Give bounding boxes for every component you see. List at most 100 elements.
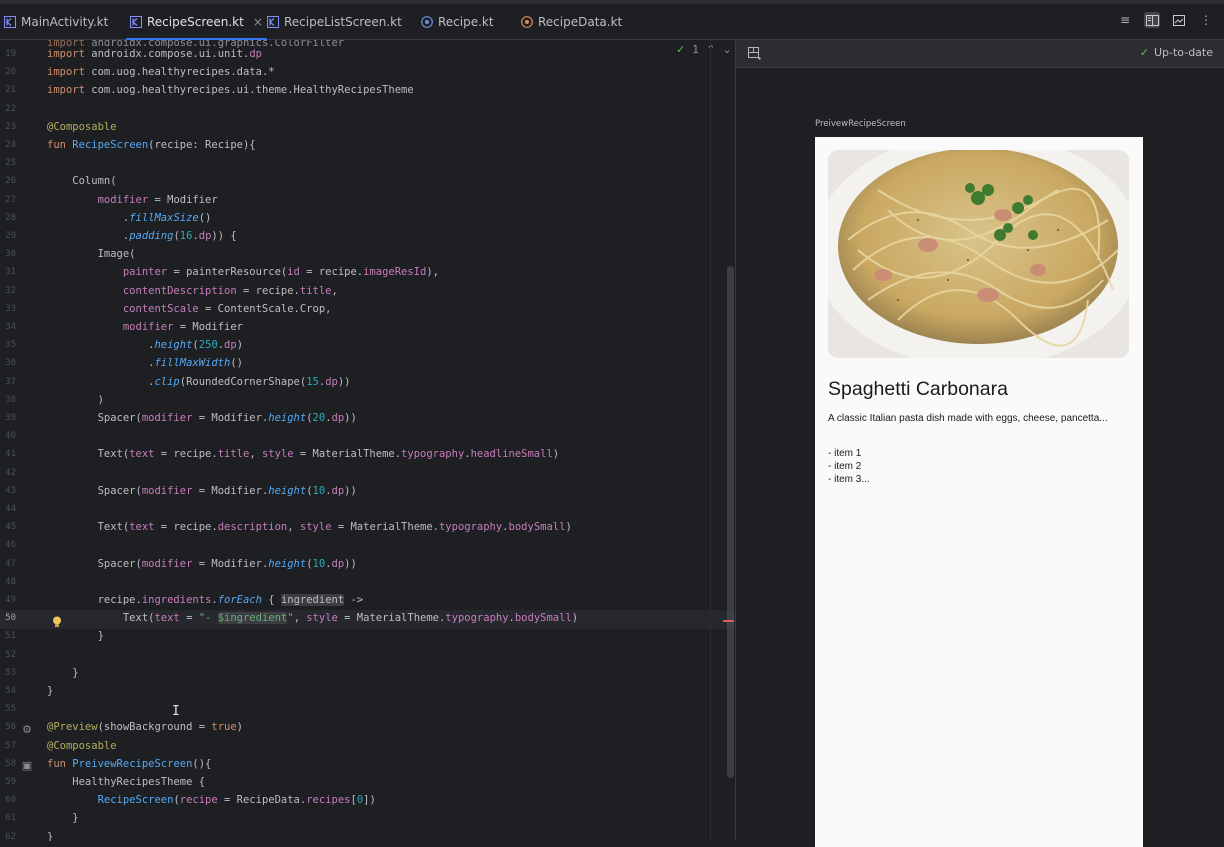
- tab-label: RecipeData.kt: [538, 14, 623, 29]
- view-mode-switcher: ≡ ⋮: [1117, 12, 1214, 28]
- preview-status-text: Up-to-date: [1153, 46, 1213, 59]
- error-stripe-marker[interactable]: [723, 620, 734, 622]
- code-line: contentDescription = recipe.title,: [122, 284, 338, 297]
- code-line: import com.uog.healthyrecipes.data.*: [47, 66, 275, 79]
- close-icon[interactable]: ×: [253, 15, 263, 29]
- line-number: 39: [5, 413, 16, 423]
- kotlin-object-icon: [521, 15, 533, 28]
- code-editor[interactable]: import androidx.compose.ui.graphics.Colo…: [0, 40, 735, 841]
- recipe-description: A classic Italian pasta dish made with e…: [828, 413, 1108, 424]
- line-number: 20: [5, 67, 16, 78]
- line-number: 22: [5, 103, 16, 114]
- preview-composable-name: PreivewRecipeScreen: [815, 119, 906, 129]
- code-line: Spacer(modifier = Modifier.height(20.dp)…: [47, 412, 357, 424]
- kotlin-file-icon: [4, 15, 16, 28]
- line-number: 41: [5, 449, 16, 460]
- line-number: 34: [5, 322, 16, 332]
- code-line: @Composable: [47, 739, 117, 752]
- tab-recipe[interactable]: Recipe.kt: [421, 4, 494, 39]
- tab-recipe-data[interactable]: RecipeData.kt: [521, 4, 622, 39]
- code-line: import com.uog.healthyrecipes.ui.theme.H…: [47, 84, 414, 97]
- line-number: 23: [5, 121, 16, 132]
- tab-recipe-screen[interactable]: RecipeScreen.kt ×: [126, 4, 267, 40]
- line-number: 60: [5, 795, 16, 806]
- line-number: 38: [5, 394, 16, 405]
- code-line: painter = painterResource(id = recipe.im…: [122, 266, 439, 279]
- line-number: 62: [5, 831, 16, 841]
- code-line: .height(250.dp): [47, 339, 244, 352]
- code-line: Text(text = recipe.description, style = …: [47, 521, 572, 534]
- code-line: }: [47, 666, 79, 679]
- line-number: 57: [5, 740, 16, 751]
- vertical-scrollbar[interactable]: [727, 266, 734, 778]
- line-number: 35: [5, 340, 16, 351]
- code-line: }: [47, 630, 104, 643]
- tab-label: RecipeListScreen.kt: [284, 14, 402, 29]
- code-line: }: [47, 830, 54, 841]
- chevron-down-icon[interactable]: ⌄: [722, 43, 731, 56]
- line-number: 59: [5, 777, 16, 787]
- split-view-icon[interactable]: [1144, 12, 1160, 28]
- code-line: Column(: [47, 175, 117, 188]
- code-line: Spacer(modifier = Modifier.height(10.dp)…: [47, 484, 357, 497]
- code-line: import androidx.compose.ui.unit.dp: [47, 48, 262, 60]
- preview-status: ✓ Up-to-date: [1140, 46, 1213, 59]
- recipe-title: Spaghetti Carbonara: [828, 378, 1008, 400]
- line-number: 25: [5, 158, 16, 169]
- compose-preview-pane: ✓ Up-to-date PreivewRecipeScreen Spaghet…: [735, 40, 1224, 847]
- line-number: 43: [5, 485, 16, 496]
- code-view-icon[interactable]: ≡: [1117, 12, 1133, 28]
- editor-tab-bar: MainActivity.kt RecipeScreen.kt × Recipe…: [0, 0, 1224, 40]
- code-line: @Composable: [47, 120, 117, 133]
- design-view-icon[interactable]: [1171, 12, 1187, 28]
- line-number: 47: [5, 558, 16, 569]
- line-number: 24: [5, 140, 16, 150]
- line-number: 58: [5, 758, 16, 769]
- line-number: 28: [5, 212, 16, 223]
- line-number: 46: [5, 540, 16, 551]
- line-number: 56: [5, 722, 16, 733]
- inspection-widget[interactable]: ✓ 1 ⌃ ⌄: [676, 43, 732, 56]
- code-line: Text(text = recipe.title, style = Materi…: [47, 448, 560, 461]
- line-number: 55: [5, 704, 16, 715]
- line-number: 27: [5, 194, 16, 205]
- line-number: 30: [5, 249, 16, 260]
- line-number: 37: [5, 376, 16, 387]
- preview-gutter-icon[interactable]: ▣: [21, 760, 33, 772]
- code-line: recipe.ingredients.forEach { ingredient …: [47, 594, 364, 606]
- line-number: 53: [5, 667, 16, 678]
- preview-toolbar: ✓ Up-to-date: [736, 40, 1224, 68]
- lightbulb-icon[interactable]: [52, 613, 62, 627]
- code-line: Text(text = "- $ingredient", style = Mat…: [47, 612, 579, 625]
- line-number: 50: [5, 613, 16, 624]
- tab-main-activity[interactable]: MainActivity.kt: [4, 4, 108, 39]
- code-line: modifier = Modifier: [122, 321, 243, 333]
- line-number: 29: [5, 231, 16, 241]
- tab-label: RecipeScreen.kt: [147, 14, 244, 29]
- kotlin-class-icon: [421, 15, 433, 28]
- tab-recipe-list-screen[interactable]: RecipeListScreen.kt: [267, 4, 402, 39]
- line-number: 52: [5, 649, 16, 660]
- line-number: 33: [5, 303, 16, 314]
- line-number: 51: [5, 631, 16, 642]
- more-icon[interactable]: ⋮: [1198, 12, 1214, 28]
- code-line: @Preview(showBackground = true): [47, 721, 243, 734]
- check-icon: ✓: [1139, 46, 1149, 59]
- line-number: 26: [5, 176, 16, 187]
- line-number: 44: [5, 504, 16, 514]
- device-preview-frame[interactable]: Spaghetti Carbonara A classic Italian pa…: [815, 137, 1143, 847]
- code-line: }: [47, 685, 54, 697]
- ingredient-item: - item 2: [828, 461, 862, 472]
- preview-canvas[interactable]: PreivewRecipeScreen Spaghetti Carbonara …: [736, 68, 1224, 847]
- ingredient-item: - item 3...: [828, 474, 870, 485]
- code-line: contentScale = ContentScale.Crop,: [122, 302, 332, 315]
- inspection-count: 1: [692, 43, 700, 56]
- kotlin-file-icon: [267, 15, 279, 28]
- layout-icon[interactable]: [748, 47, 761, 60]
- gear-icon[interactable]: ⚙: [21, 724, 33, 736]
- line-number: 32: [5, 285, 16, 296]
- line-number: 31: [5, 267, 16, 278]
- code-line: Spacer(modifier = Modifier.height(10.dp)…: [47, 557, 357, 570]
- code-line: HealthyRecipesTheme {: [47, 776, 206, 788]
- line-number: 21: [5, 85, 16, 96]
